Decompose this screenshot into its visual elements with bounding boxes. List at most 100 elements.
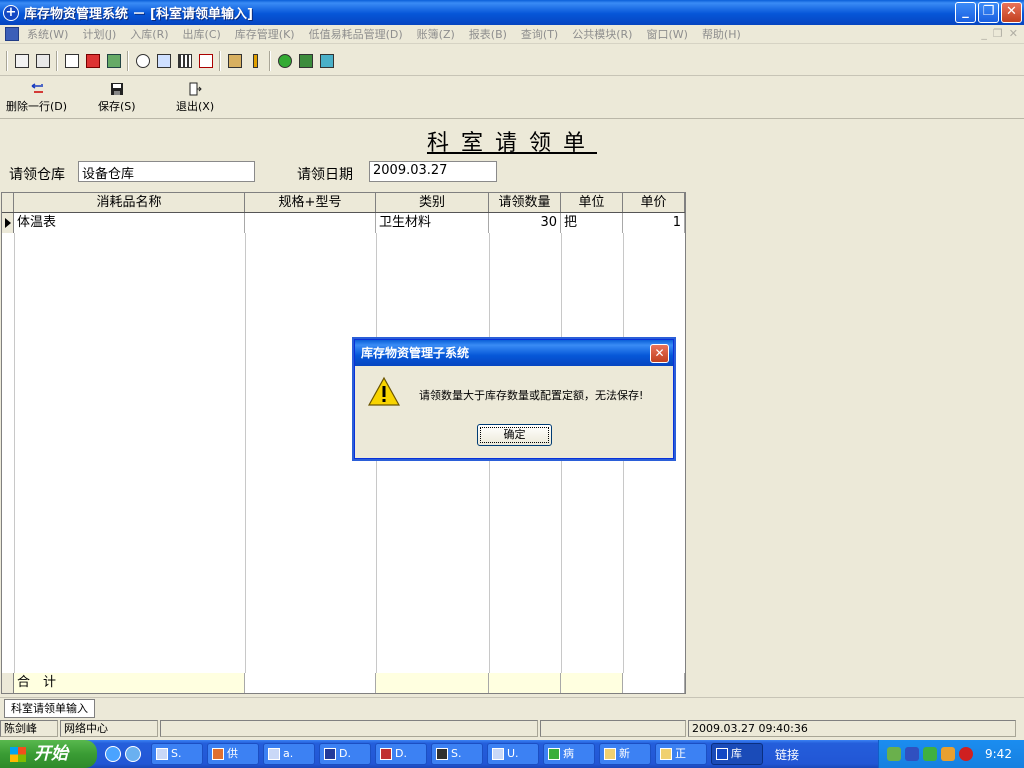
title-bar[interactable]: + 库存物资管理系统 － [科室请领单输入] _ ❐ ✕ (0, 0, 1024, 25)
taskbar-item-label: a. (283, 747, 294, 760)
taskbar-item-label: S. (451, 747, 462, 760)
mdi-restore-button[interactable]: ❐ (993, 27, 1003, 40)
start-button[interactable]: 开始 (0, 740, 97, 768)
folder-icon (604, 748, 616, 760)
menu-window[interactable]: 窗口(W) (642, 26, 697, 42)
save-button[interactable]: 保存(S) (98, 82, 136, 114)
tb-copy-button[interactable] (82, 50, 103, 71)
tb-print-preview-button[interactable] (195, 50, 216, 71)
menu-stock-out[interactable]: 出库(C) (179, 26, 231, 42)
links-toolbar[interactable]: 链接 (775, 746, 799, 763)
dialog-title[interactable]: 库存物资管理子系统 (355, 340, 673, 366)
menu-stock-in[interactable]: 入库(R) (126, 26, 178, 42)
cell-name[interactable]: 体温表 (14, 213, 245, 233)
cell-category[interactable]: 卫生材料 (376, 213, 489, 233)
col-qty-header[interactable]: 请领数量 (489, 193, 561, 212)
taskbar-item[interactable]: D. (375, 743, 427, 765)
folder-icon (660, 748, 672, 760)
tb-minus-button[interactable] (274, 50, 295, 71)
taskbar-item[interactable]: S. (151, 743, 203, 765)
tb-book-button[interactable] (295, 50, 316, 71)
mdi-minimize-button[interactable]: _ (981, 27, 987, 40)
menu-report[interactable]: 报表(B) (465, 26, 517, 42)
taskbar-item[interactable]: U. (487, 743, 539, 765)
tb-printer-button[interactable] (224, 50, 245, 71)
ok-button[interactable]: 确定 (477, 424, 552, 446)
col-price-header[interactable]: 单价 (623, 193, 685, 212)
menu-ledger[interactable]: 账簿(Z) (413, 26, 465, 42)
menu-consumables[interactable]: 低值易耗品管理(D) (305, 26, 413, 42)
cell-price[interactable]: 1 (623, 213, 685, 233)
browser-icon[interactable] (125, 746, 141, 762)
taskbar-item[interactable]: 供 (207, 743, 259, 765)
total-category (376, 673, 489, 693)
dialog-close-button[interactable]: ✕ (650, 344, 669, 363)
col-category-header[interactable]: 类别 (376, 193, 489, 212)
tab-requisition-input[interactable]: 科室请领单输入 (4, 699, 95, 718)
menu-system[interactable]: 系统(W) (23, 26, 78, 42)
tb-thermometer-button[interactable] (245, 50, 266, 71)
col-spec-header[interactable]: 规格+型号 (245, 193, 376, 212)
menu-query[interactable]: 查询(T) (517, 26, 568, 42)
col-unit-header[interactable]: 单位 (561, 193, 623, 212)
table-row[interactable]: 体温表 卫生材料 30 把 1 (2, 213, 685, 233)
tb-calculator-button[interactable] (316, 50, 337, 71)
document-menu-icon[interactable] (5, 27, 19, 41)
mdi-close-button[interactable]: ✕ (1009, 27, 1018, 40)
shield-icon[interactable] (923, 747, 937, 761)
search-icon (135, 53, 150, 68)
taskbar-item-label: 新 (619, 747, 630, 760)
tb-grid-button[interactable] (174, 50, 195, 71)
app-icon (380, 748, 392, 760)
taskbar-item[interactable]: a. (263, 743, 315, 765)
tb-doc-button[interactable] (61, 50, 82, 71)
grid-line (14, 233, 15, 673)
total-unit (561, 673, 623, 693)
tb-form-button[interactable] (153, 50, 174, 71)
taskbar-item[interactable]: 病 (543, 743, 595, 765)
tb-search-button[interactable] (132, 50, 153, 71)
tb-edit-button[interactable] (32, 50, 53, 71)
exit-button[interactable]: 退出(X) (176, 82, 214, 114)
warning-icon (368, 376, 400, 406)
taskbar-item[interactable]: 正 (655, 743, 707, 765)
date-field[interactable]: 2009.03.27 (369, 161, 497, 182)
delete-row-button[interactable]: 删除一行(D) (6, 82, 67, 114)
col-name-header[interactable]: 消耗品名称 (14, 193, 245, 212)
menu-plan[interactable]: 计划(J) (78, 26, 126, 42)
tray-app-icon[interactable] (905, 747, 919, 761)
status-empty (160, 720, 538, 737)
menu-inventory[interactable]: 库存管理(K) (231, 26, 305, 42)
warehouse-field[interactable]: 设备仓库 (78, 161, 255, 182)
toolbar (0, 46, 1024, 76)
clock[interactable]: 9:42 (985, 747, 1012, 761)
app-icon (436, 748, 448, 760)
taskbar-item[interactable]: 新 (599, 743, 651, 765)
date-label: 请领日期 (297, 167, 353, 183)
stop-icon[interactable] (959, 747, 973, 761)
taskbar-item[interactable]: D. (319, 743, 371, 765)
tb-exit-button[interactable] (11, 50, 32, 71)
menu-common[interactable]: 公共模块(R) (568, 26, 642, 42)
taskbar-item[interactable]: S. (431, 743, 483, 765)
delete-row-label: 删除一行(D) (6, 100, 68, 113)
total-indicator (2, 673, 14, 693)
taskbar-item-active[interactable]: 库 (711, 743, 763, 765)
cell-unit[interactable]: 把 (561, 213, 623, 233)
exit-label: 退出(X) (176, 100, 215, 113)
current-row-arrow-icon (5, 218, 11, 228)
ie-icon[interactable] (105, 746, 121, 762)
cell-spec[interactable] (245, 213, 376, 233)
close-button[interactable]: ✕ (1001, 2, 1022, 23)
app-window: + 库存物资管理系统 － [科室请领单输入] _ ❐ ✕ 系统(W) 计划(J)… (0, 0, 1024, 768)
cell-qty[interactable]: 30 (489, 213, 561, 233)
antivirus-icon[interactable] (941, 747, 955, 761)
taskbar-item-label: U. (507, 747, 519, 760)
restore-button[interactable]: ❐ (978, 2, 999, 23)
menu-help[interactable]: 帮助(H) (698, 26, 751, 42)
network-icon[interactable] (887, 747, 901, 761)
toolbar-separator (219, 50, 221, 71)
minimize-button[interactable]: _ (955, 2, 976, 23)
form-icon (156, 53, 171, 68)
tb-recycle-button[interactable] (103, 50, 124, 71)
